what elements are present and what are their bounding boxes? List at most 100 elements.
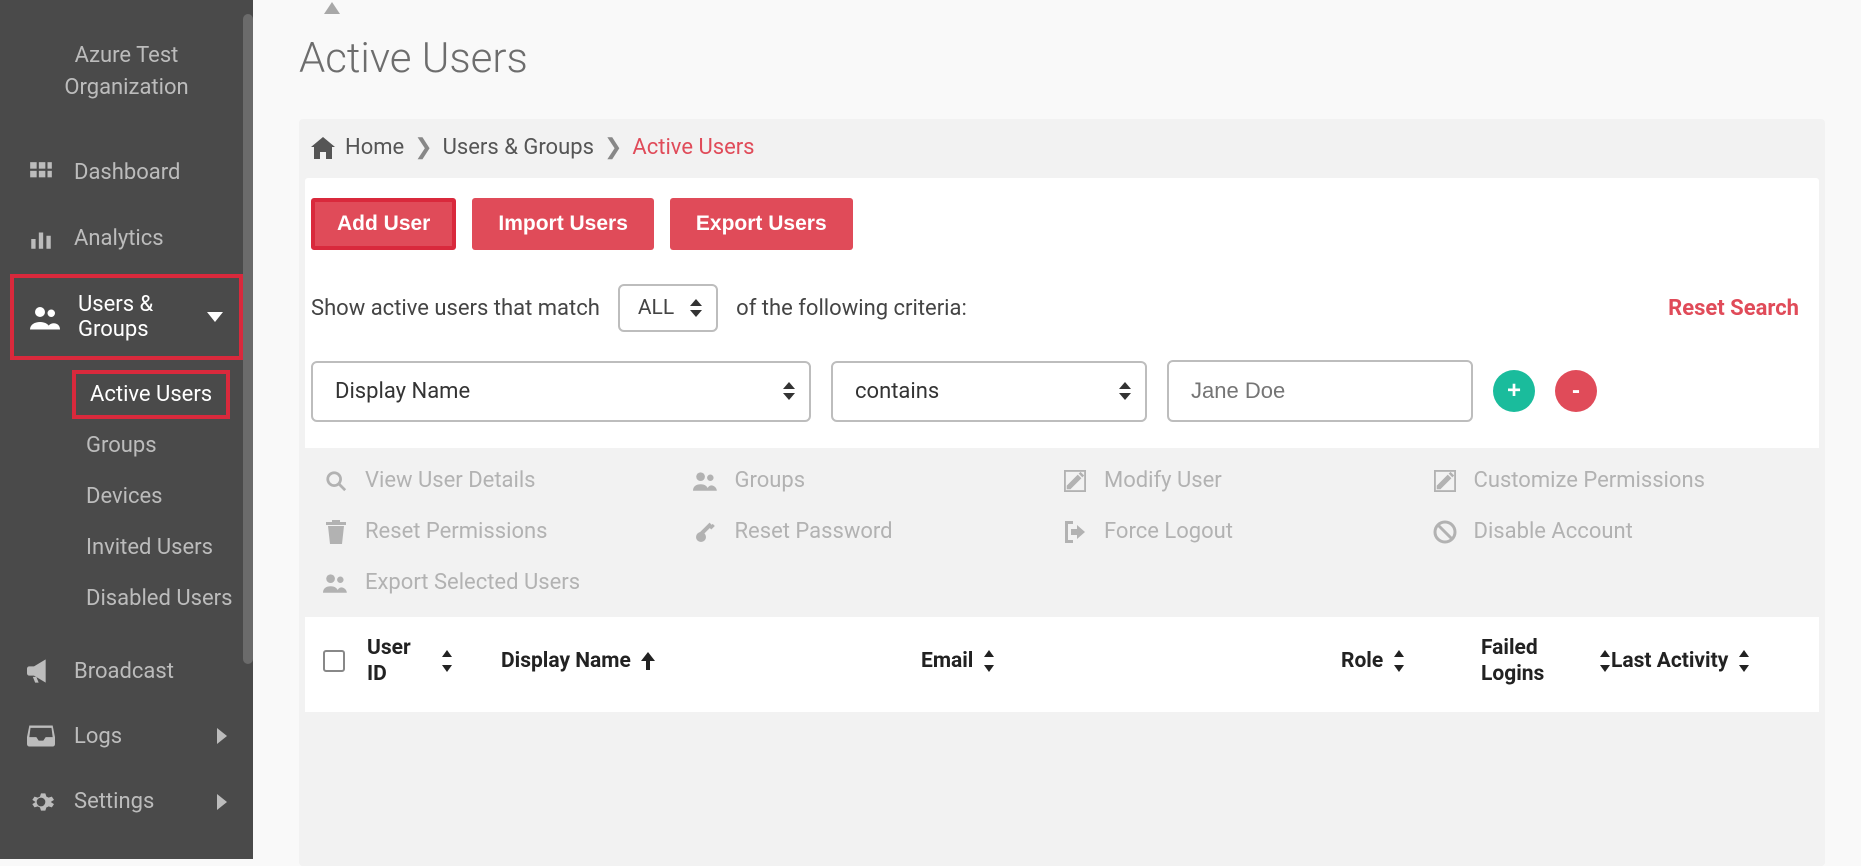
criteria-op-select[interactable]: contains bbox=[831, 361, 1147, 422]
button-row: Add User Import Users Export Users bbox=[305, 198, 1819, 278]
action-label: Disable Account bbox=[1474, 519, 1633, 544]
grid-icon bbox=[26, 160, 56, 186]
sidebar-item-settings[interactable]: Settings bbox=[0, 769, 253, 835]
col-label: Last Activity bbox=[1611, 649, 1728, 673]
crumb-current: Active Users bbox=[632, 135, 754, 160]
breadcrumb-sep: ❯ bbox=[414, 135, 432, 160]
col-label: Email bbox=[921, 649, 973, 673]
logout-icon bbox=[1062, 521, 1088, 543]
col-label: Display Name bbox=[501, 649, 631, 673]
match-mode-select[interactable]: ALL bbox=[618, 284, 718, 332]
action-view-user-details[interactable]: View User Details bbox=[323, 468, 693, 493]
reset-search-link[interactable]: Reset Search bbox=[1668, 296, 1813, 321]
action-bar: View User Details Groups Modify User Cus… bbox=[305, 448, 1819, 617]
chevron-right-icon bbox=[217, 728, 227, 744]
sidebar-item-analytics[interactable]: Analytics bbox=[0, 206, 253, 272]
col-failed-logins[interactable]: Failed Logins bbox=[1481, 635, 1611, 688]
col-label: Role bbox=[1341, 649, 1383, 673]
megaphone-icon bbox=[26, 659, 56, 683]
remove-criteria-button[interactable]: - bbox=[1555, 370, 1597, 412]
sidebar-item-logs[interactable]: Logs bbox=[0, 704, 253, 769]
search-icon bbox=[323, 470, 349, 492]
select-all-checkbox[interactable] bbox=[323, 650, 345, 672]
table-header: User ID Display Name Email Role Failed L… bbox=[305, 617, 1819, 712]
inbox-icon bbox=[26, 725, 56, 747]
sidebar-item-label: Settings bbox=[74, 789, 154, 814]
criteria-field-select[interactable]: Display Name bbox=[311, 361, 811, 422]
sort-icon bbox=[1738, 650, 1750, 672]
home-icon[interactable] bbox=[311, 137, 335, 159]
add-user-button[interactable]: Add User bbox=[311, 198, 456, 250]
sidebar-item-label: Logs bbox=[74, 724, 122, 749]
sidebar-subitem-groups[interactable]: Groups bbox=[72, 421, 171, 470]
crumb-home[interactable]: Home bbox=[345, 135, 404, 160]
trash-icon bbox=[323, 520, 349, 544]
sidebar-item-label: Dashboard bbox=[74, 160, 180, 185]
sort-caret-icon bbox=[690, 299, 702, 317]
sidebar-subitem-active-users[interactable]: Active Users bbox=[72, 370, 230, 419]
action-customize-permissions[interactable]: Customize Permissions bbox=[1432, 468, 1802, 493]
filter-row: Show active users that match ALL of the … bbox=[305, 278, 1819, 360]
action-label: Force Logout bbox=[1104, 519, 1233, 544]
breadcrumb: Home ❯ Users & Groups ❯ Active Users bbox=[299, 119, 1825, 178]
sidebar-subitem-devices[interactable]: Devices bbox=[72, 472, 177, 521]
import-users-button[interactable]: Import Users bbox=[472, 198, 654, 250]
users-icon bbox=[693, 471, 719, 491]
gear-icon bbox=[26, 789, 56, 815]
col-display-name[interactable]: Display Name bbox=[501, 649, 921, 673]
action-label: Modify User bbox=[1104, 468, 1222, 493]
criteria-op-value: contains bbox=[855, 379, 939, 404]
action-label: Export Selected Users bbox=[365, 570, 580, 595]
action-force-logout[interactable]: Force Logout bbox=[1062, 519, 1432, 544]
action-export-selected-users[interactable]: Export Selected Users bbox=[323, 570, 1801, 595]
sidebar-scrollbar[interactable] bbox=[243, 14, 253, 664]
col-label: User ID bbox=[367, 635, 431, 688]
action-groups[interactable]: Groups bbox=[693, 468, 1063, 493]
criteria-field-value: Display Name bbox=[335, 379, 470, 404]
edit-icon bbox=[1062, 470, 1088, 492]
match-mode-value: ALL bbox=[638, 296, 674, 320]
sidebar-collapse-toggle[interactable] bbox=[324, 2, 340, 14]
chevron-right-icon bbox=[217, 794, 227, 810]
sidebar-subitems: Active Users Groups Devices Invited User… bbox=[0, 362, 253, 639]
page-title: Active Users bbox=[299, 34, 1825, 83]
sidebar-subitem-disabled-users[interactable]: Disabled Users bbox=[72, 574, 246, 623]
sidebar: Azure Test Organization Dashboard Analyt… bbox=[0, 0, 253, 859]
action-label: Groups bbox=[735, 468, 806, 493]
col-email[interactable]: Email bbox=[921, 649, 1341, 673]
content-card: Home ❯ Users & Groups ❯ Active Users Add… bbox=[299, 119, 1825, 866]
sidebar-item-broadcast[interactable]: Broadcast bbox=[0, 639, 253, 704]
ban-icon bbox=[1432, 520, 1458, 544]
col-user-id[interactable]: User ID bbox=[367, 635, 453, 688]
key-icon bbox=[693, 520, 719, 544]
col-last-activity[interactable]: Last Activity bbox=[1611, 649, 1801, 673]
users-icon bbox=[30, 304, 60, 330]
col-role[interactable]: Role bbox=[1341, 649, 1481, 673]
org-name: Azure Test Organization bbox=[0, 20, 253, 140]
sidebar-item-users-groups[interactable]: Users & Groups bbox=[10, 274, 243, 360]
action-disable-account[interactable]: Disable Account bbox=[1432, 519, 1802, 544]
action-reset-password[interactable]: Reset Password bbox=[693, 519, 1063, 544]
sidebar-subitem-invited-users[interactable]: Invited Users bbox=[72, 523, 227, 572]
sort-caret-icon bbox=[783, 382, 795, 400]
filter-prefix: Show active users that match bbox=[311, 296, 600, 321]
sort-icon bbox=[983, 650, 995, 672]
action-modify-user[interactable]: Modify User bbox=[1062, 468, 1432, 493]
criteria-value-input[interactable] bbox=[1167, 360, 1473, 422]
action-label: View User Details bbox=[365, 468, 536, 493]
criteria-row: Display Name contains + - bbox=[305, 360, 1819, 448]
bar-chart-icon bbox=[26, 226, 56, 252]
add-criteria-button[interactable]: + bbox=[1493, 370, 1535, 412]
caret-down-icon bbox=[207, 312, 223, 322]
crumb-mid[interactable]: Users & Groups bbox=[443, 135, 594, 160]
action-label: Reset Password bbox=[735, 519, 893, 544]
sort-icon bbox=[1393, 650, 1405, 672]
action-label: Reset Permissions bbox=[365, 519, 548, 544]
sidebar-item-label: Broadcast bbox=[74, 659, 174, 684]
filter-suffix: of the following criteria: bbox=[736, 296, 967, 321]
sidebar-item-dashboard[interactable]: Dashboard bbox=[0, 140, 253, 206]
export-users-button[interactable]: Export Users bbox=[670, 198, 853, 250]
action-reset-permissions[interactable]: Reset Permissions bbox=[323, 519, 693, 544]
col-label: Failed Logins bbox=[1481, 635, 1589, 688]
sidebar-item-label: Users & Groups bbox=[78, 292, 189, 342]
